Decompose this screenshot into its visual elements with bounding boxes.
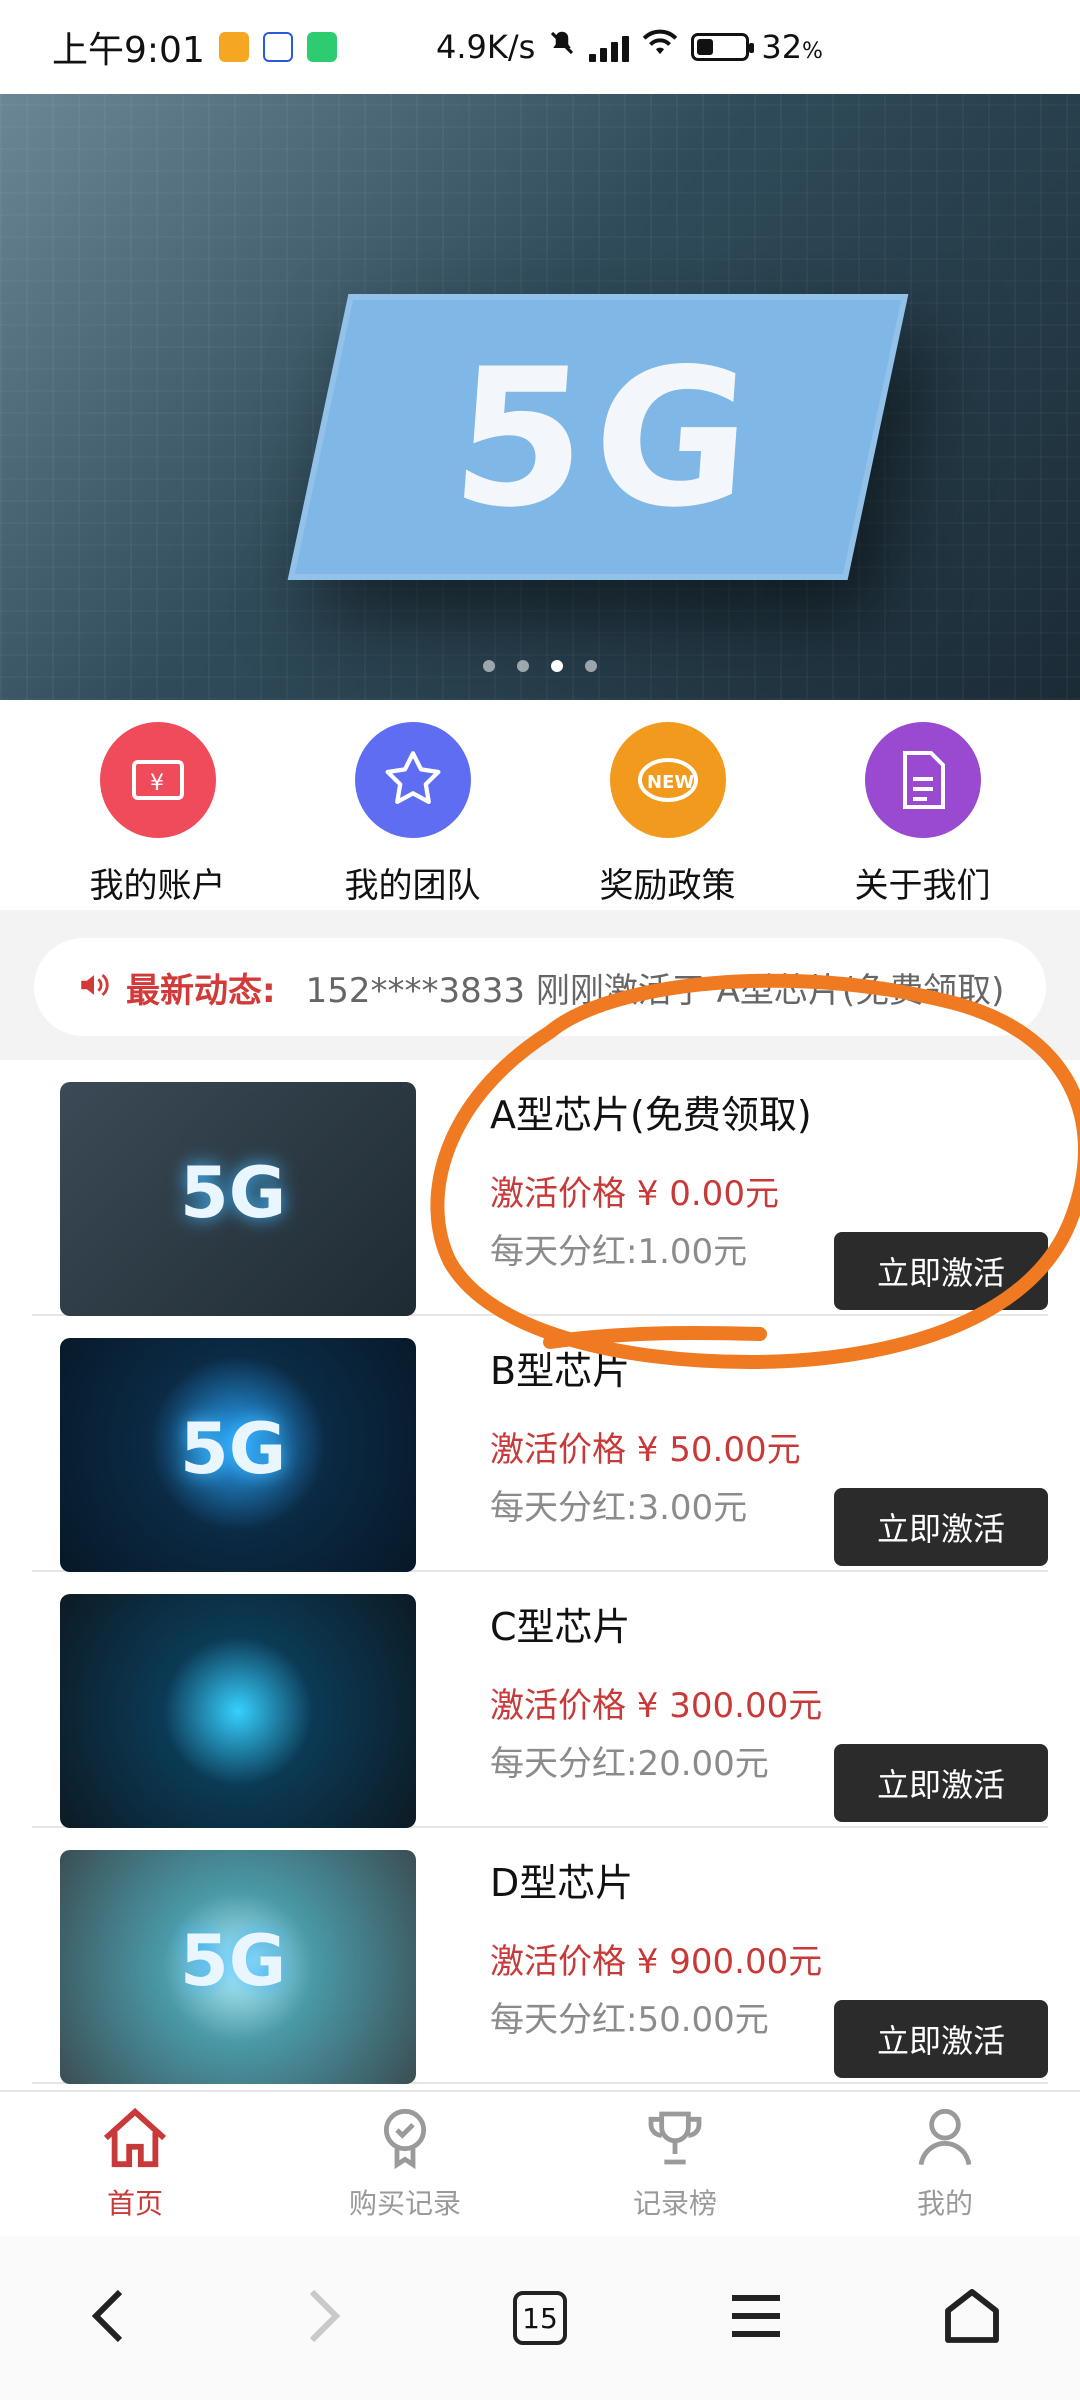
product-title: A型芯片(免费领取) bbox=[490, 1093, 812, 1137]
quick-label-team: 我的团队 bbox=[344, 866, 481, 906]
browser-menu-button[interactable] bbox=[696, 2258, 816, 2378]
product-title: D型芯片 bbox=[490, 1861, 634, 1905]
browser-back-button[interactable] bbox=[48, 2258, 168, 2378]
bottom-tab-bar: 首页 购买记录 记录榜 我的 bbox=[0, 2090, 1080, 2236]
banner-carousel[interactable]: 5G bbox=[0, 94, 1080, 700]
trophy-icon bbox=[643, 2106, 707, 2174]
home-outline-icon bbox=[940, 2284, 1004, 2352]
product-price: 激活价格 ¥ 300.00元 bbox=[490, 1686, 823, 1726]
battery-level: 32% bbox=[761, 28, 823, 66]
product-bonus: 每天分红:50.00元 bbox=[490, 2000, 769, 2040]
product-row-d[interactable]: 5G D型芯片 激活价格 ¥ 900.00元 每天分红:50.00元 立即激活 bbox=[32, 1828, 1048, 2084]
activate-button-c[interactable]: 立即激活 bbox=[834, 1744, 1048, 1822]
product-image-label: 5G bbox=[180, 1152, 287, 1234]
tab-purchase-records[interactable]: 购买记录 bbox=[280, 2092, 530, 2236]
activate-button-a[interactable]: 立即激活 bbox=[834, 1232, 1048, 1310]
product-row-c[interactable]: C型芯片 激活价格 ¥ 300.00元 每天分红:20.00元 立即激活 bbox=[32, 1572, 1048, 1828]
shield-app-icon bbox=[306, 32, 337, 62]
quick-label-about: 关于我们 bbox=[854, 866, 991, 906]
svg-text:NEW: NEW bbox=[647, 772, 694, 793]
activate-button-b[interactable]: 立即激活 bbox=[834, 1488, 1048, 1566]
status-bar: 上午9:01 4.9K/s 32% bbox=[0, 0, 1080, 94]
carousel-dot[interactable] bbox=[483, 660, 495, 672]
product-bonus: 每天分红:1.00元 bbox=[490, 1232, 748, 1272]
baidu-app-icon bbox=[262, 32, 293, 62]
tab-home[interactable]: 首页 bbox=[10, 2092, 260, 2236]
browser-forward-button[interactable] bbox=[264, 2258, 384, 2378]
banner-chip-image: 5G bbox=[287, 294, 909, 580]
product-bonus: 每天分红:20.00元 bbox=[490, 1744, 769, 1784]
tab-label: 记录榜 bbox=[632, 2187, 717, 2220]
product-price: 激活价格 ¥ 900.00元 bbox=[490, 1942, 823, 1982]
product-image-label: 5G bbox=[180, 1408, 287, 1490]
quick-menu: ¥ 我的账户 我的团队 NEW 奖励政策 关于我们 bbox=[0, 700, 1080, 910]
browser-home-button[interactable] bbox=[912, 2258, 1032, 2378]
product-image-c[interactable] bbox=[60, 1594, 416, 1828]
carousel-dot[interactable] bbox=[517, 660, 529, 672]
document-icon bbox=[864, 722, 981, 838]
product-price: 激活价格 ¥ 50.00元 bbox=[490, 1430, 801, 1470]
product-bonus: 每天分红:3.00元 bbox=[490, 1488, 748, 1528]
news-text: 152****3833 刚刚激活了 A型芯片(免费领取) bbox=[305, 970, 1005, 1011]
news-section: 最新动态: 152****3833 刚刚激活了 A型芯片(免费领取) bbox=[0, 910, 1080, 1060]
new-badge-icon: NEW bbox=[609, 722, 726, 838]
product-title: C型芯片 bbox=[490, 1605, 631, 1649]
quick-item-policy[interactable]: NEW 奖励政策 bbox=[553, 700, 783, 910]
chevron-right-icon bbox=[304, 2288, 344, 2348]
star-icon bbox=[354, 722, 471, 838]
chevron-left-icon bbox=[88, 2288, 128, 2348]
carousel-indicator bbox=[0, 660, 1080, 672]
home-icon bbox=[100, 2106, 170, 2174]
tab-label: 购买记录 bbox=[348, 2187, 461, 2220]
product-image-a[interactable]: 5G bbox=[60, 1082, 416, 1316]
tab-label: 我的 bbox=[916, 2187, 973, 2220]
tab-leaderboard[interactable]: 记录榜 bbox=[550, 2092, 800, 2236]
carousel-dot-active[interactable] bbox=[551, 660, 563, 672]
quick-item-about[interactable]: 关于我们 bbox=[808, 700, 1038, 910]
product-title: B型芯片 bbox=[490, 1349, 631, 1393]
speaker-icon bbox=[76, 968, 112, 1006]
product-row-a[interactable]: 5G A型芯片(免费领取) 激活价格 ¥ 0.00元 每天分红:1.00元 立即… bbox=[32, 1060, 1048, 1316]
carousel-dot[interactable] bbox=[585, 660, 597, 672]
signal-icon bbox=[589, 32, 630, 62]
browser-tabs-button[interactable]: 15 bbox=[480, 2258, 600, 2378]
banner-caption: 5G bbox=[445, 328, 766, 549]
news-label: 最新动态: bbox=[126, 970, 276, 1011]
status-time: 上午9:01 bbox=[52, 30, 205, 71]
battery-icon bbox=[691, 33, 755, 61]
menu-icon bbox=[728, 2292, 784, 2344]
tab-profile[interactable]: 我的 bbox=[820, 2092, 1070, 2236]
product-row-b[interactable]: 5G B型芯片 激活价格 ¥ 50.00元 每天分红:3.00元 立即激活 bbox=[32, 1316, 1048, 1572]
activate-button-d[interactable]: 立即激活 bbox=[834, 2000, 1048, 2078]
news-ticker[interactable]: 最新动态: 152****3833 刚刚激活了 A型芯片(免费领取) bbox=[34, 938, 1046, 1036]
wifi-icon bbox=[641, 28, 679, 66]
quick-label-account: 我的账户 bbox=[89, 866, 226, 906]
svg-text:¥: ¥ bbox=[150, 771, 164, 796]
product-image-label: 5G bbox=[180, 1920, 287, 2002]
product-list: 5G A型芯片(免费领取) 激活价格 ¥ 0.00元 每天分红:1.00元 立即… bbox=[0, 1060, 1080, 2090]
tab-label: 首页 bbox=[106, 2187, 163, 2220]
wallet-icon: ¥ bbox=[99, 722, 216, 838]
quick-item-account[interactable]: ¥ 我的账户 bbox=[43, 700, 273, 910]
quick-item-team[interactable]: 我的团队 bbox=[298, 700, 528, 910]
network-speed: 4.9K/s bbox=[436, 28, 536, 66]
product-image-d[interactable]: 5G bbox=[60, 1850, 416, 2084]
badge-check-icon bbox=[373, 2106, 437, 2174]
status-right: 4.9K/s 32% bbox=[436, 0, 823, 94]
mute-bell-icon bbox=[547, 28, 577, 66]
taobao-app-icon bbox=[218, 32, 249, 62]
product-image-b[interactable]: 5G bbox=[60, 1338, 416, 1572]
browser-nav-bar: 15 bbox=[0, 2236, 1080, 2400]
tab-count: 15 bbox=[513, 2291, 567, 2345]
product-price: 激活价格 ¥ 0.00元 bbox=[490, 1174, 779, 1214]
user-icon bbox=[913, 2106, 977, 2174]
quick-label-policy: 奖励政策 bbox=[599, 866, 736, 906]
